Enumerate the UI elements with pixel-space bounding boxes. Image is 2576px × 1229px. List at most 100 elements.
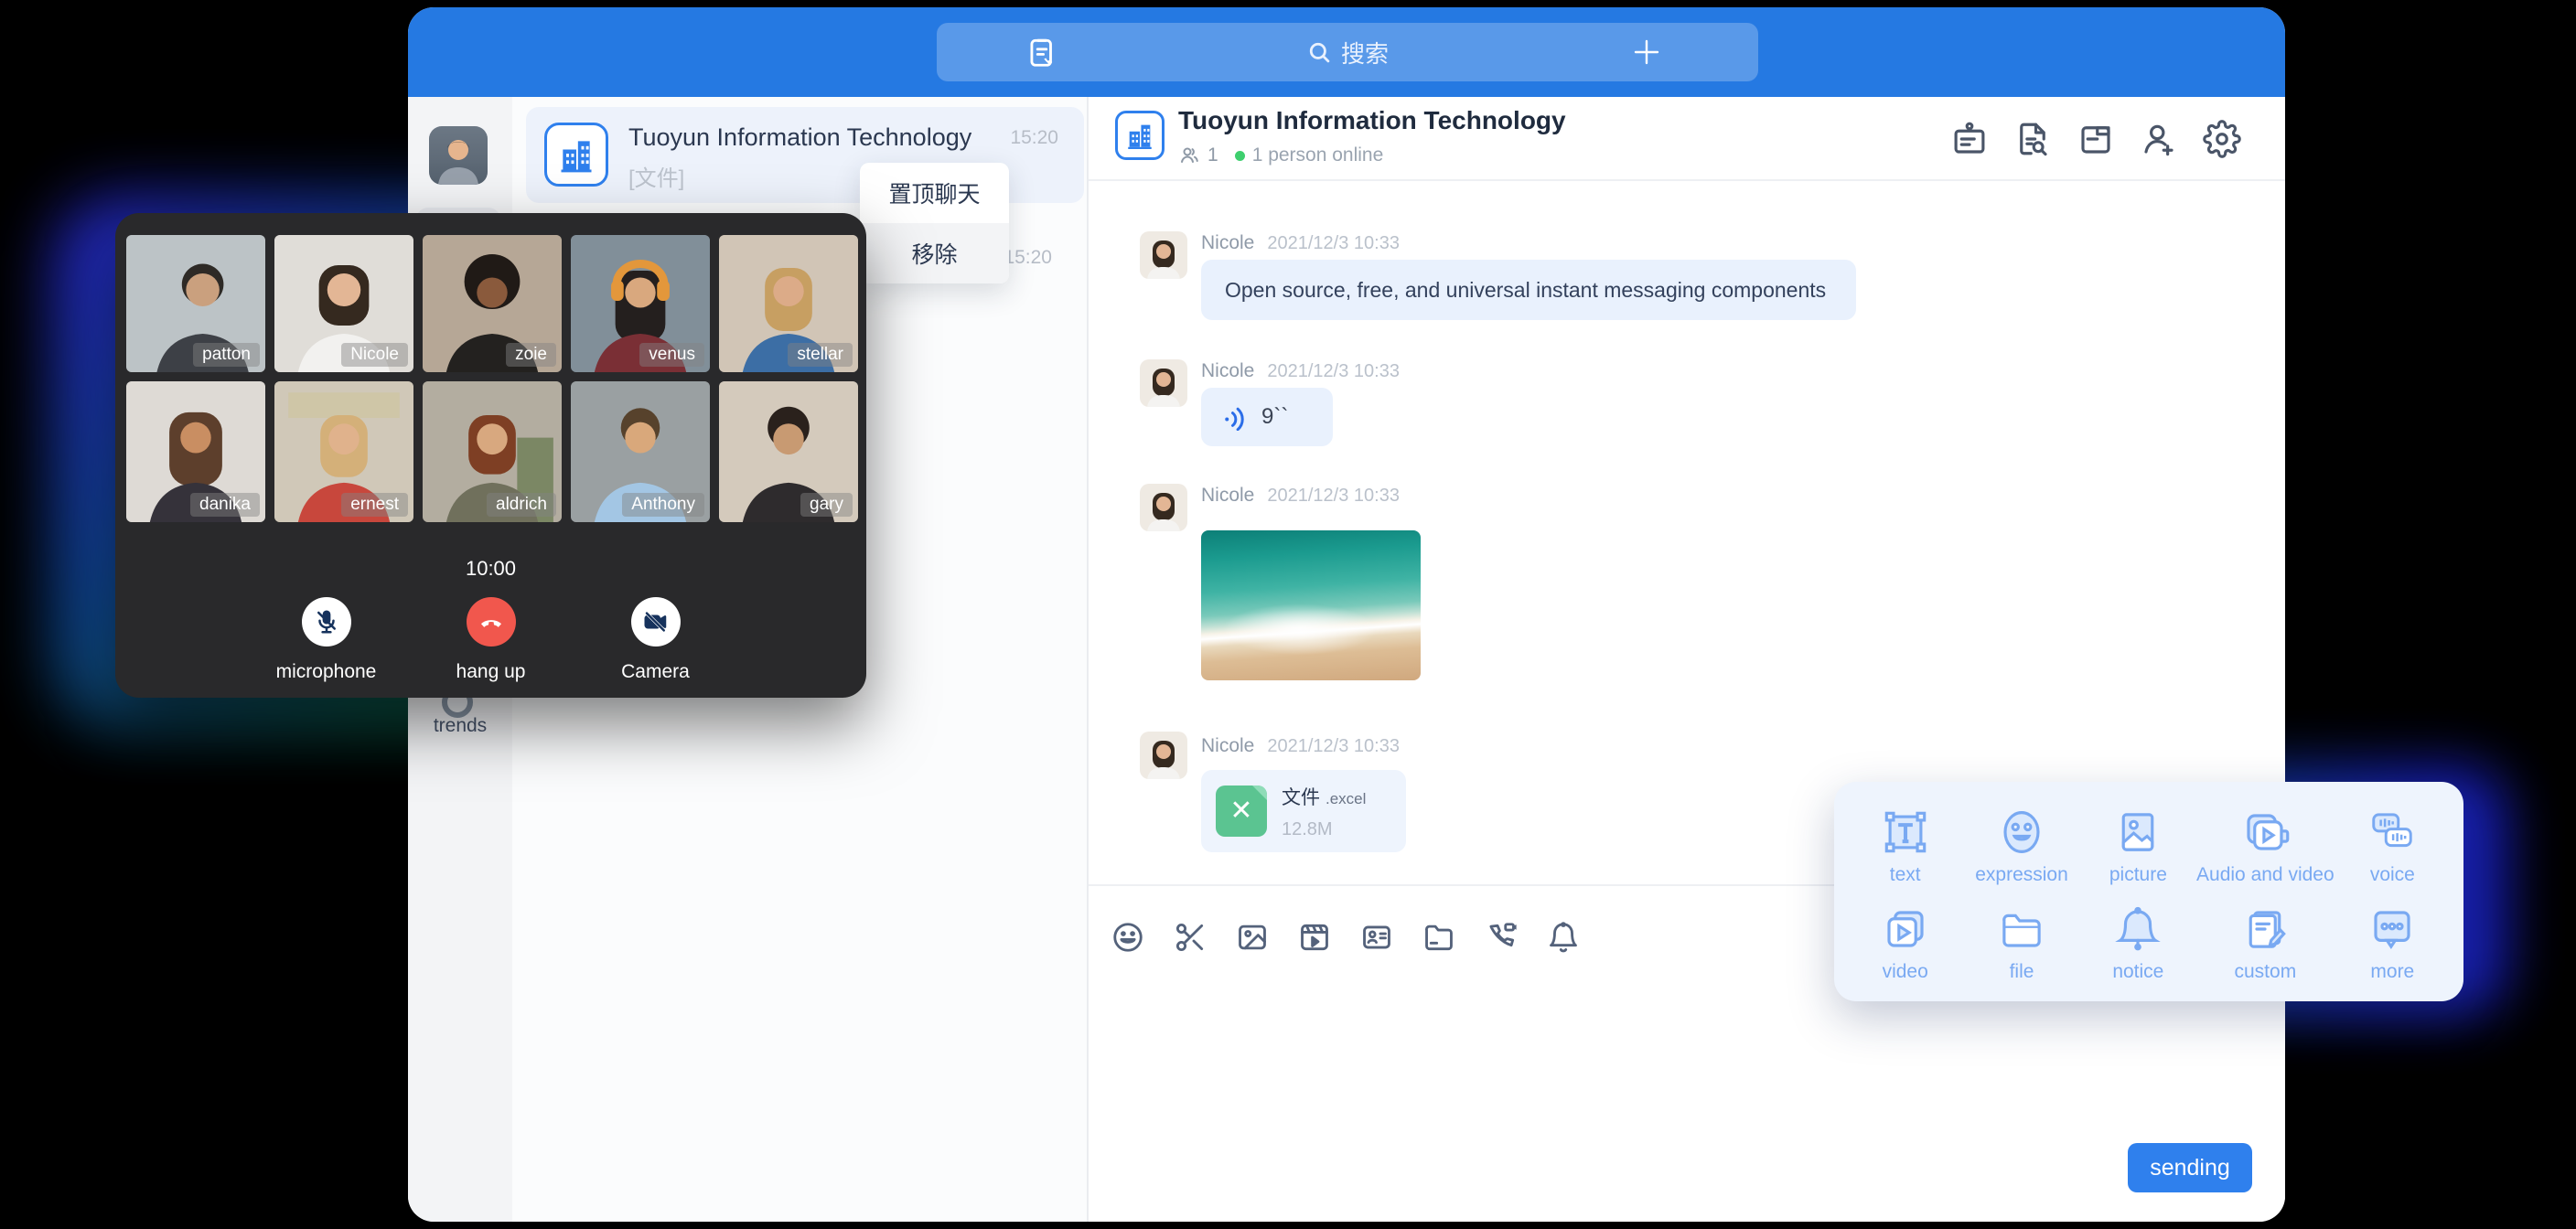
members-icon [1178, 144, 1200, 166]
participant-name: zoie [506, 343, 556, 367]
add-member-icon[interactable] [2140, 120, 2178, 158]
call-tile[interactable]: Anthony [571, 381, 710, 522]
camera-button[interactable] [631, 597, 681, 647]
notification-bell-icon[interactable] [1546, 920, 1581, 955]
call-tile[interactable]: venus [571, 235, 710, 372]
popup-item-voice[interactable]: voice [2334, 798, 2451, 895]
contact-card-icon[interactable] [1359, 920, 1394, 955]
menu-item-pin-chat[interactable]: 置顶聊天 [860, 163, 1009, 223]
building-icon [556, 134, 596, 175]
popup-item-more[interactable]: more [2334, 895, 2451, 992]
call-tile[interactable]: danika [126, 381, 265, 522]
camera-control: Camera [602, 597, 710, 683]
audio-video-icon [2240, 807, 2290, 857]
voice-message-bubble[interactable]: 9`` [1201, 388, 1333, 446]
conversation-time: 15:20 [1010, 127, 1058, 149]
hangup-icon [478, 608, 505, 636]
text-message-bubble[interactable]: Open source, free, and universal instant… [1201, 260, 1856, 320]
camera-muted-icon [642, 608, 670, 636]
message-avatar[interactable] [1140, 359, 1187, 407]
image-icon[interactable] [1235, 920, 1270, 955]
search-bar[interactable]: 搜索 [937, 23, 1758, 81]
microphone-button[interactable] [302, 597, 351, 647]
message-author: Nicole [1201, 360, 1254, 382]
trends-label[interactable]: trends [408, 715, 512, 737]
message-author: Nicole [1201, 232, 1254, 254]
notice-board-icon[interactable] [1950, 120, 1989, 158]
hangup-label: hang up [456, 661, 526, 683]
message-meta: Nicole 2021/12/3 10:33 [1201, 735, 1400, 757]
voice-duration: 9`` [1261, 404, 1288, 430]
video-call-icon[interactable] [1484, 920, 1519, 955]
notice-bell-icon [2113, 904, 2163, 954]
call-tile[interactable]: gary [719, 381, 858, 522]
send-button[interactable]: sending [2128, 1143, 2252, 1192]
participant-name: stellar [788, 343, 853, 367]
video-clip-icon[interactable] [1297, 920, 1332, 955]
popup-item-video[interactable]: video [1847, 895, 1963, 992]
conversation-preview: [文件] [628, 160, 684, 192]
online-status: 1 person online [1252, 144, 1384, 166]
participant-name: gary [800, 493, 853, 517]
file-folder-icon[interactable] [2077, 120, 2115, 158]
message-time: 2021/12/3 10:33 [1267, 233, 1400, 254]
conversation-title: Tuoyun Information Technology [628, 123, 971, 152]
popup-item-notice[interactable]: notice [2080, 895, 2196, 992]
call-tile[interactable]: aldrich [423, 381, 562, 522]
popup-item-file[interactable]: file [1963, 895, 2079, 992]
conversation-time: 15:20 [1004, 247, 1052, 269]
chat-header-actions [1950, 120, 2241, 158]
message-type-popup: text expression picture [1834, 782, 2463, 1001]
group-avatar [544, 123, 608, 187]
message-avatar[interactable] [1140, 732, 1187, 779]
history-search-icon[interactable] [2013, 120, 2052, 158]
text-icon [1881, 807, 1930, 857]
call-controls: microphone hang up [115, 597, 866, 683]
call-tile[interactable]: stellar [719, 235, 858, 372]
voice-icon [2367, 807, 2417, 857]
participant-name: venus [639, 343, 704, 367]
call-tile[interactable]: patton [126, 235, 265, 372]
participant-name: danika [190, 493, 260, 517]
screenshot-scissors-icon[interactable] [1173, 920, 1208, 955]
file-message-card[interactable]: ✕ 文件.excel 12.8M [1201, 770, 1406, 852]
image-message-beach[interactable] [1201, 530, 1421, 680]
message-meta: Nicole 2021/12/3 10:33 [1201, 232, 1400, 254]
video-icon [1881, 904, 1930, 954]
folder-icon[interactable] [1422, 920, 1456, 955]
expression-icon [1997, 807, 2046, 857]
picture-icon [2113, 807, 2163, 857]
chat-subheader: 1 1 person online [1178, 144, 1383, 166]
call-tile[interactable]: zoie [423, 235, 562, 372]
mic-muted-icon [313, 608, 340, 636]
message-meta: Nicole 2021/12/3 10:33 [1201, 485, 1400, 507]
hangup-control: hang up [437, 597, 545, 683]
hangup-button[interactable] [467, 597, 516, 647]
microphone-control: microphone [273, 597, 381, 683]
participant-name: Nicole [341, 343, 408, 367]
popup-item-audio-video[interactable]: Audio and video [2196, 798, 2334, 895]
add-icon[interactable] [1630, 36, 1663, 73]
popup-item-expression[interactable]: expression [1963, 798, 2079, 895]
excel-file-icon: ✕ [1216, 785, 1267, 837]
call-tile[interactable]: ernest [274, 381, 413, 522]
popup-item-custom[interactable]: custom [2196, 895, 2334, 992]
message-avatar[interactable] [1140, 231, 1187, 279]
call-timer: 10:00 [115, 557, 866, 581]
popup-item-picture[interactable]: picture [2080, 798, 2196, 895]
popup-item-text[interactable]: text [1847, 798, 1963, 895]
file-ext: .excel [1326, 790, 1366, 807]
stage: 搜索 [0, 0, 2576, 1229]
message-time: 2021/12/3 10:33 [1267, 736, 1400, 757]
message-avatar[interactable] [1140, 484, 1187, 531]
my-avatar[interactable] [429, 126, 488, 185]
call-tile[interactable]: Nicole [274, 235, 413, 372]
menu-item-remove[interactable]: 移除 [860, 223, 1009, 283]
file-folder-icon [1997, 904, 2046, 954]
video-call-panel: patton Nicole zoie venus stellar danika … [115, 213, 866, 698]
settings-gear-icon[interactable] [2203, 120, 2241, 158]
message-text: Open source, free, and universal instant… [1225, 278, 1826, 303]
emoji-icon[interactable] [1111, 920, 1145, 955]
custom-icon [2240, 904, 2290, 954]
search-icon [1306, 39, 1332, 65]
